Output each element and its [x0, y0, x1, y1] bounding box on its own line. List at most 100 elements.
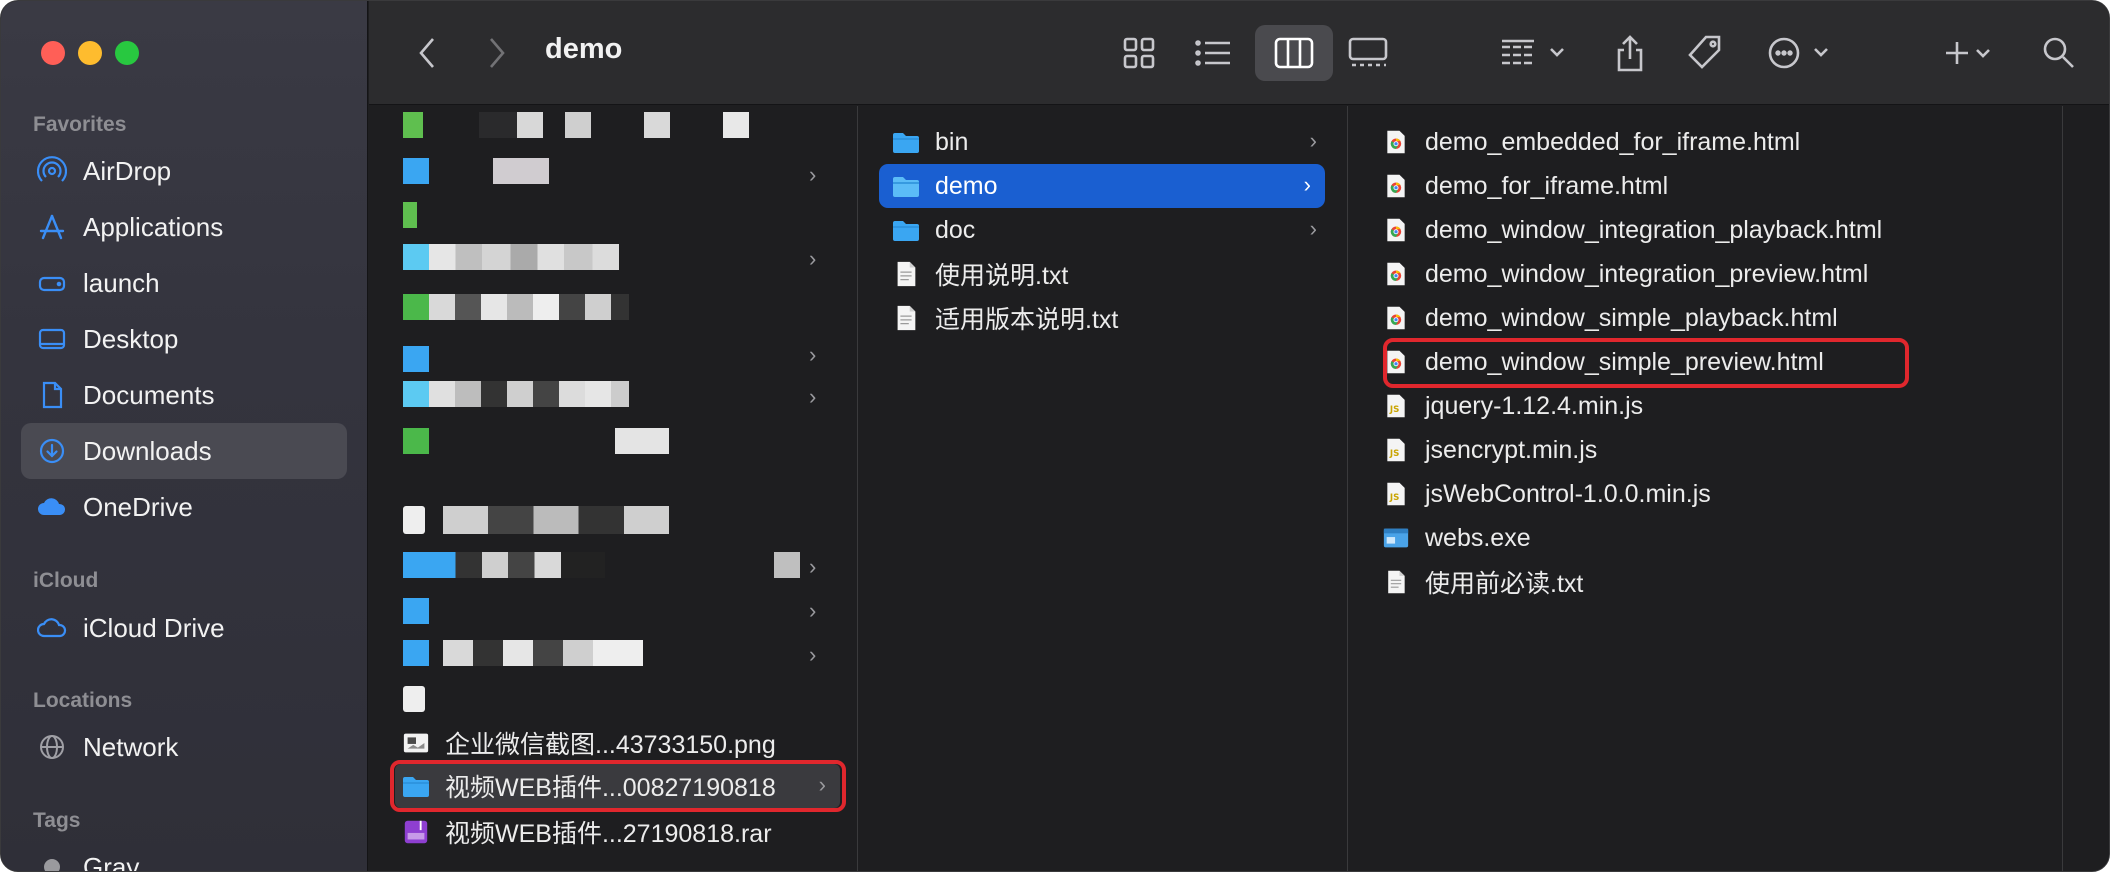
- sidebar-item-launch[interactable]: launch: [21, 255, 347, 311]
- sidebar-item-airdrop[interactable]: AirDrop: [21, 143, 347, 199]
- item-name: bin: [935, 127, 969, 156]
- item-name: 适用版本说明.txt: [935, 306, 1119, 334]
- list-item-selected[interactable]: demo ›: [879, 164, 1325, 208]
- obscured-block: [479, 112, 519, 138]
- list-item[interactable]: JS jsencrypt.min.js: [1381, 428, 2041, 472]
- zoom-button[interactable]: [115, 41, 139, 65]
- sidebar-item-onedrive[interactable]: OneDrive: [21, 479, 347, 535]
- chevron-right-icon: ›: [809, 342, 817, 367]
- list-item[interactable]: 使用前必读.txt: [1381, 560, 2041, 604]
- obscured-block: [403, 381, 429, 407]
- sidebar-item-network[interactable]: Network: [21, 719, 347, 775]
- gallery-view-button[interactable]: [1346, 31, 1390, 75]
- list-view-button[interactable]: [1192, 31, 1234, 75]
- sidebar-section-tags: Tags: [33, 809, 81, 832]
- archive-icon: [401, 817, 431, 847]
- icloud-icon: [35, 611, 69, 645]
- group-by-button[interactable]: [1499, 31, 1569, 75]
- chevron-right-icon: ›: [809, 554, 817, 579]
- item-name: demo_window_integration_playback.html: [1425, 215, 1883, 244]
- obscured-block: [403, 244, 429, 270]
- column-view-button[interactable]: [1271, 31, 1317, 75]
- item-name: jsencrypt.min.js: [1425, 435, 1598, 464]
- obscured-block: [774, 552, 800, 578]
- list-view-icon: [1195, 40, 1230, 66]
- highlight-box: [1383, 338, 1909, 388]
- more-button[interactable]: [1767, 31, 1833, 75]
- list-item[interactable]: JS jquery-1.12.4.min.js: [1381, 384, 2041, 428]
- item-name: webs.exe: [1425, 523, 1531, 552]
- obscured-block: [403, 346, 429, 372]
- obscured-block: [403, 506, 425, 534]
- sidebar-item-desktop[interactable]: Desktop: [21, 311, 347, 367]
- column-empty: [2064, 106, 2109, 871]
- minimize-button[interactable]: [78, 41, 102, 65]
- list-item[interactable]: bin ›: [891, 120, 1331, 164]
- list-item[interactable]: demo_window_integration_playback.html: [1381, 208, 2041, 252]
- item-name: demo_for_iframe.html: [1425, 171, 1669, 200]
- sidebar-item-icloud-drive[interactable]: iCloud Drive: [21, 600, 347, 656]
- icon-view-button[interactable]: [1119, 31, 1159, 75]
- item-name: doc: [935, 215, 976, 244]
- column-downloads: › › › › › › › 企业微信截图...43733150.png 视频WE…: [369, 106, 858, 871]
- network-icon: [35, 730, 69, 764]
- html-file-icon: [1381, 259, 1411, 289]
- column-demo: demo_embedded_for_iframe.html demo_for_i…: [1349, 106, 2063, 871]
- toolbar: [369, 1, 2109, 105]
- svg-text:JS: JS: [1389, 493, 1399, 503]
- finder-window: Favorites AirDrop Applications launch De…: [0, 0, 2110, 872]
- obscured-block: [403, 294, 429, 320]
- chevron-right-icon: ›: [1309, 216, 1317, 241]
- chevron-right-icon: ›: [809, 642, 817, 667]
- list-item[interactable]: JS jsWebControl-1.0.0.min.js: [1381, 472, 2041, 516]
- list-item[interactable]: demo_window_simple_playback.html: [1381, 296, 2041, 340]
- sidebar-item-tag-gray[interactable]: Gray: [21, 839, 347, 871]
- more-icon: [1768, 37, 1828, 69]
- drive-icon: [35, 266, 69, 300]
- sidebar-item-applications[interactable]: Applications: [21, 199, 347, 255]
- sidebar-section-icloud: iCloud: [33, 569, 99, 592]
- list-item[interactable]: 企业微信截图...43733150.png: [401, 721, 841, 765]
- forward-button[interactable]: [479, 31, 515, 75]
- share-button[interactable]: [1613, 31, 1647, 75]
- sidebar-item-downloads[interactable]: Downloads: [21, 423, 347, 479]
- obscured-block: [429, 294, 629, 320]
- highlight-box: [390, 760, 846, 812]
- obscured-block: [403, 428, 429, 454]
- tag-icon: [1688, 35, 1721, 69]
- chevron-right-icon: ›: [1303, 172, 1311, 197]
- search-icon: [2043, 37, 2074, 68]
- item-name: 使用前必读.txt: [1425, 570, 1584, 598]
- sidebar-item-documents[interactable]: Documents: [21, 367, 347, 423]
- obscured-block: [403, 686, 425, 712]
- list-item[interactable]: webs.exe: [1381, 516, 2041, 560]
- image-file-icon: [401, 728, 431, 758]
- text-file-icon: [891, 259, 921, 289]
- obscured-block: [429, 381, 629, 407]
- list-item[interactable]: 适用版本说明.txt: [891, 296, 1331, 340]
- text-file-icon: [1381, 567, 1411, 597]
- js-file-icon: JS: [1381, 479, 1411, 509]
- chevron-right-icon: [490, 38, 505, 68]
- add-button[interactable]: [1943, 31, 2003, 75]
- tag-button[interactable]: [1685, 31, 1725, 75]
- list-item[interactable]: demo_for_iframe.html: [1381, 164, 2041, 208]
- folder-icon: [891, 127, 921, 157]
- applications-icon: [35, 210, 69, 244]
- list-item[interactable]: 使用说明.txt: [891, 252, 1331, 296]
- list-item[interactable]: demo_embedded_for_iframe.html: [1381, 120, 2041, 164]
- obscured-block: [403, 598, 429, 624]
- list-item[interactable]: demo_window_integration_preview.html: [1381, 252, 2041, 296]
- back-button[interactable]: [409, 31, 445, 75]
- list-item[interactable]: doc ›: [891, 208, 1331, 252]
- item-name: demo_window_integration_preview.html: [1425, 259, 1869, 288]
- sidebar-section-favorites: Favorites: [33, 113, 127, 136]
- search-button[interactable]: [2039, 31, 2079, 75]
- obscured-block: [403, 202, 417, 228]
- close-button[interactable]: [41, 41, 65, 65]
- tag-dot-icon: [35, 850, 69, 871]
- window-controls: [41, 41, 139, 65]
- chevron-right-icon: ›: [809, 384, 817, 409]
- obscured-block: [403, 552, 429, 578]
- list-item[interactable]: 视频WEB插件...27190818.rar: [401, 810, 841, 854]
